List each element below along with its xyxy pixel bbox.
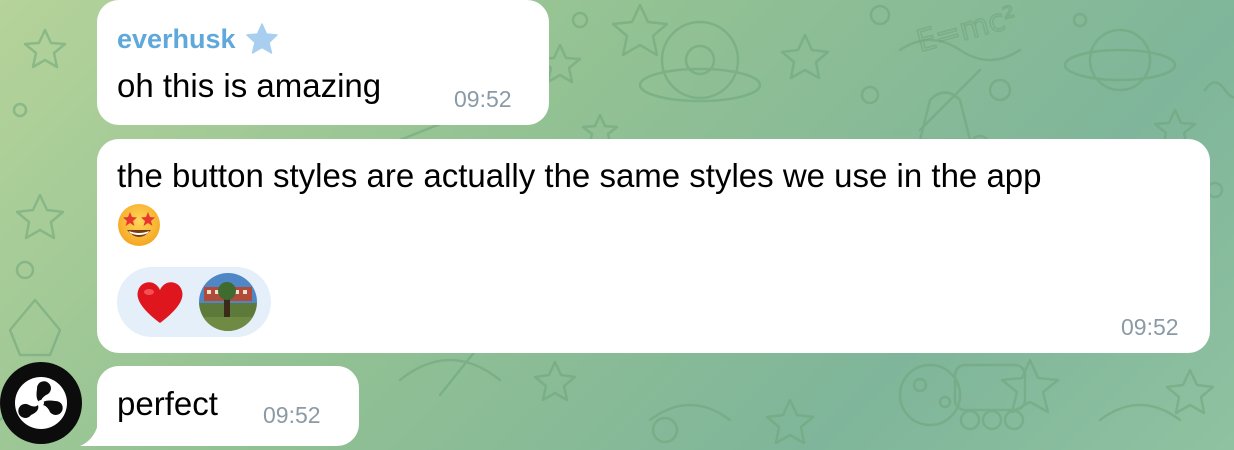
message-text: the button styles are actually the same … [117, 157, 1042, 194]
tomoe-icon [15, 377, 67, 429]
message-text: perfect [117, 385, 218, 422]
reactions-row[interactable] [117, 267, 271, 337]
message-text: oh this is amazing [117, 67, 382, 104]
heart-reaction-icon[interactable] [134, 278, 186, 326]
reactor-avatar-icon[interactable] [199, 273, 257, 331]
message-bubble-perfect[interactable]: perfect 09:52 [97, 366, 359, 446]
star-icon [245, 23, 278, 54]
message-timestamp: 09:52 [263, 402, 321, 428]
message-timestamp: 09:52 [454, 86, 512, 112]
message-bubble-button-styles[interactable]: the button styles are actually the same … [97, 139, 1210, 353]
star-struck-emoji-icon [118, 204, 160, 246]
message-timestamp: 09:52 [1121, 314, 1179, 340]
message-bubble-everhusk[interactable]: everhusk oh this is amazing 09:52 [97, 0, 549, 125]
svg-text:E=mc²: E=mc² [913, 0, 1020, 60]
sender-name[interactable]: everhusk [117, 22, 280, 56]
sender-name-label: everhusk [117, 23, 236, 54]
yin-yang-avatar[interactable] [0, 362, 82, 444]
